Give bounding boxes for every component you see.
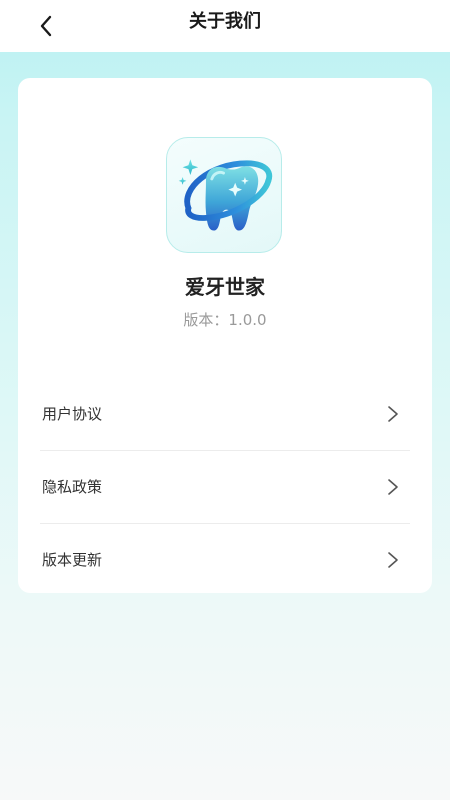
menu-item-label: 用户协议 — [42, 405, 103, 423]
tooth-logo-icon — [178, 159, 273, 231]
menu-item-label: 隐私政策 — [42, 478, 103, 496]
chevron-right-icon — [388, 552, 398, 568]
menu-item-user-agreement[interactable]: 用户协议 — [40, 378, 410, 451]
top-bar: 关于我们 — [0, 0, 450, 52]
menu-item-version-update[interactable]: 版本更新 — [40, 524, 410, 596]
page-title: 关于我们 — [189, 11, 261, 32]
chevron-right-icon — [388, 406, 398, 422]
menu-item-privacy-policy[interactable]: 隐私政策 — [40, 451, 410, 524]
app-logo — [166, 137, 282, 253]
app-name: 爱牙世家 — [185, 275, 265, 299]
about-card: 爱牙世家 版本：1.0.0 用户协议 隐私政策 版本更新 — [18, 78, 432, 593]
app-version: 版本：1.0.0 — [183, 311, 267, 329]
menu-item-label: 版本更新 — [42, 551, 103, 569]
chevron-right-icon — [388, 479, 398, 495]
settings-menu: 用户协议 隐私政策 版本更新 — [40, 378, 410, 596]
